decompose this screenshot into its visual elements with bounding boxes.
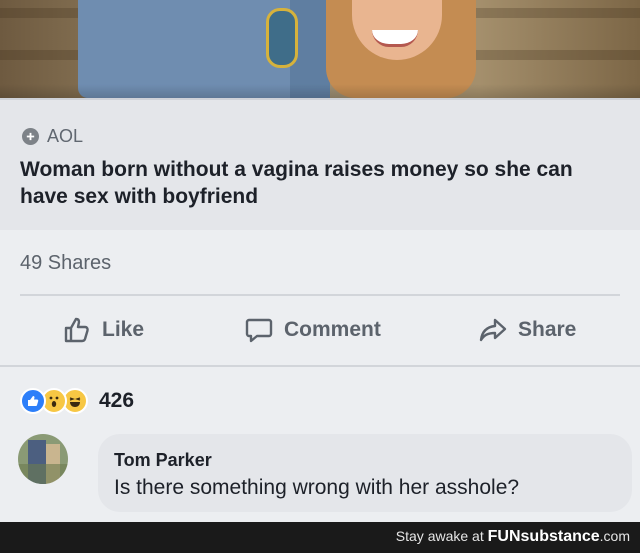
comment-label: Comment xyxy=(284,318,381,341)
comment-button[interactable]: Comment xyxy=(244,315,381,345)
link-source: AOL xyxy=(22,126,83,147)
share-arrow-icon xyxy=(478,315,508,345)
thumbs-up-icon xyxy=(62,315,92,345)
shares-row: 49 Shares xyxy=(0,230,640,302)
like-button[interactable]: Like xyxy=(62,315,144,345)
globe-icon xyxy=(22,128,39,145)
comment: Tom Parker Is there something wrong with… xyxy=(18,434,638,514)
divider xyxy=(20,294,620,296)
photo-shade xyxy=(0,84,640,98)
link-preview-card[interactable]: AOL Woman born without a vagina raises m… xyxy=(0,98,640,232)
comment-text: Is there something wrong with her asshol… xyxy=(114,476,520,499)
like-reaction-icon xyxy=(20,388,46,414)
comment-author[interactable]: Tom Parker xyxy=(114,450,212,471)
photo-sunglasses xyxy=(266,8,298,68)
reactions-summary[interactable]: 426 xyxy=(20,388,134,414)
divider xyxy=(0,365,640,367)
watermark-prefix: Stay awake at xyxy=(395,528,484,544)
avatar-ground xyxy=(18,464,68,484)
link-headline[interactable]: Woman born without a vagina raises money… xyxy=(20,156,620,210)
source-name: AOL xyxy=(47,126,84,146)
action-bar: Like Comment Share xyxy=(0,300,640,362)
reaction-count: 426 xyxy=(99,389,135,412)
watermark: Stay awake at FUNsubstance.com xyxy=(396,528,630,546)
watermark-bar: Stay awake at FUNsubstance.com xyxy=(0,522,640,553)
watermark-domain: .com xyxy=(599,528,630,544)
comment-bubble: Tom Parker Is there something wrong with… xyxy=(98,434,632,512)
avatar[interactable] xyxy=(18,434,68,484)
watermark-brand-rest: substance xyxy=(520,528,600,545)
speech-bubble-icon xyxy=(244,315,274,345)
shares-count[interactable]: 49 Shares xyxy=(20,252,111,275)
share-button[interactable]: Share xyxy=(478,315,576,345)
post-image[interactable] xyxy=(0,0,640,98)
share-label: Share xyxy=(518,318,577,341)
like-label: Like xyxy=(102,318,145,341)
watermark-brand-bold: FUN xyxy=(487,528,521,545)
